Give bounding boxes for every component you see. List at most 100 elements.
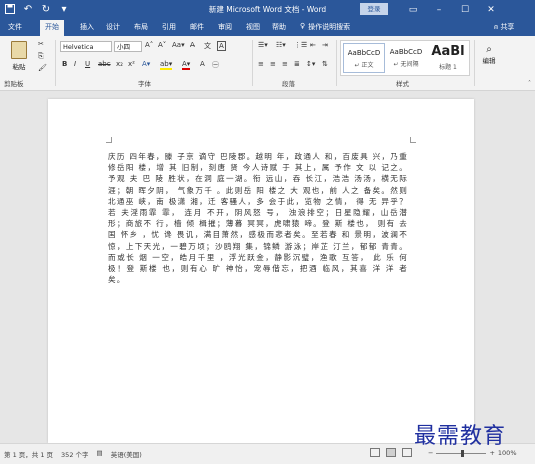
cut-icon[interactable]: ✂: [38, 40, 44, 48]
style-name: 标题 1: [439, 64, 457, 71]
share-button[interactable]: ⍝ 共享: [494, 22, 514, 32]
paste-label: 粘贴: [12, 63, 26, 71]
format-painter-icon[interactable]: 🖌: [38, 64, 47, 72]
align-center-icon[interactable]: ≡: [270, 60, 276, 68]
editing-label: 编辑: [482, 57, 496, 65]
style-preview: AaBbCcD: [347, 49, 381, 57]
divider: [55, 40, 56, 86]
tab-insert[interactable]: 插入: [80, 22, 94, 32]
char-border-icon[interactable]: A: [217, 41, 226, 51]
window-controls: ▭ – ☐ ✕: [400, 1, 504, 18]
enclose-char-icon[interactable]: ㊀: [212, 60, 219, 70]
minimize-icon[interactable]: –: [426, 1, 452, 18]
clear-formatting-icon[interactable]: A̶: [190, 41, 195, 49]
zoom-out-icon[interactable]: −: [428, 449, 433, 457]
proofing-icon[interactable]: ▤: [97, 449, 103, 459]
tab-review[interactable]: 审阅: [218, 22, 232, 32]
decrease-indent-icon[interactable]: ⇤: [310, 41, 316, 49]
language-indicator[interactable]: 英语(美国): [111, 449, 142, 459]
style-heading-1[interactable]: AaBl 标题 1: [427, 43, 469, 73]
tab-help[interactable]: 帮助: [272, 22, 286, 32]
ribbon-display-options-icon[interactable]: ▭: [400, 1, 426, 18]
sort-icon[interactable]: ⇅: [322, 60, 328, 68]
zoom-control: − + 100%: [428, 449, 517, 457]
close-icon[interactable]: ✕: [478, 1, 504, 18]
subscript-icon[interactable]: x₂: [116, 60, 123, 68]
margin-marker: [106, 137, 112, 143]
share-label: 共享: [500, 23, 515, 31]
copy-icon[interactable]: ⎘: [38, 52, 44, 61]
login-button[interactable]: 登录: [360, 3, 388, 15]
align-right-icon[interactable]: ≡: [282, 60, 288, 68]
underline-icon[interactable]: U: [85, 60, 90, 68]
grow-font-icon[interactable]: A˄: [145, 41, 153, 49]
page-count[interactable]: 第 1 页，共 1 页: [4, 449, 53, 459]
paste-button[interactable]: 粘贴: [8, 41, 30, 71]
text-effects-icon[interactable]: A▾: [142, 60, 150, 68]
ribbon-tabs: 文件 开始 插入 设计 布局 引用 邮件 审阅 视图 帮助 ♀ 操作说明搜索 ⍝…: [0, 19, 535, 36]
document-page[interactable]: 庆历 四年春，滕 子京 谪守 巴陵郡。越明 年，政通人 和，百废具 兴，乃重修岳…: [48, 99, 474, 443]
document-body-text[interactable]: 庆历 四年春，滕 子京 谪守 巴陵郡。越明 年，政通人 和，百废具 兴，乃重修岳…: [108, 151, 408, 285]
search-icon: ⌕: [486, 44, 492, 55]
tab-mailings[interactable]: 邮件: [190, 22, 204, 32]
divider: [252, 40, 253, 86]
zoom-slider-thumb[interactable]: [461, 449, 465, 457]
style-no-spacing[interactable]: AaBbCcD ↵ 无间隔: [385, 43, 427, 73]
ribbon: 粘贴 ✂ ⎘ 🖌 剪贴板 Helvetica 小四 A˄ A˅ Aa▾ A̶ 文…: [0, 36, 535, 91]
zoom-in-icon[interactable]: +: [489, 449, 494, 457]
align-left-icon[interactable]: ≡: [258, 60, 264, 68]
lightbulb-icon: ♀: [300, 22, 306, 30]
increase-indent-icon[interactable]: ⇥: [322, 41, 328, 49]
clipboard-icon: [11, 41, 27, 59]
multilevel-list-icon[interactable]: ⋮☰: [294, 41, 307, 49]
editing-button[interactable]: ⌕ 编辑: [478, 44, 500, 65]
group-label-clipboard: 剪贴板: [4, 80, 24, 88]
margin-marker: [410, 137, 416, 143]
tell-me-label: 操作说明搜索: [308, 23, 351, 31]
font-name-select[interactable]: Helvetica: [60, 41, 112, 52]
person-icon: ⍝: [494, 23, 499, 31]
print-layout-icon[interactable]: [386, 448, 396, 457]
font-size-select[interactable]: 小四: [114, 41, 142, 52]
tab-view[interactable]: 视图: [246, 22, 260, 32]
watermark-logo: 最需教育: [414, 424, 507, 449]
tell-me-search[interactable]: ♀ 操作说明搜索: [300, 22, 350, 32]
style-preview: AaBbCcD: [389, 48, 423, 56]
title-bar: ↶ ↻ ▾ 新建 Microsoft Word 文档 - Word 登录 ▭ –…: [0, 0, 535, 19]
document-area: 庆历 四年春，滕 子京 谪守 巴陵郡。越明 年，政通人 和，百废具 兴，乃重修岳…: [0, 91, 535, 443]
phonetic-guide-icon[interactable]: 文: [204, 41, 211, 51]
divider: [336, 40, 337, 86]
tab-home[interactable]: 开始: [40, 20, 64, 36]
read-mode-icon[interactable]: [370, 448, 380, 457]
zoom-level[interactable]: 100%: [498, 449, 517, 457]
change-case-icon[interactable]: Aa▾: [172, 41, 185, 49]
view-buttons: [370, 448, 412, 457]
divider: [474, 40, 475, 86]
strikethrough-icon[interactable]: abc: [98, 60, 111, 68]
style-name: ↵ 无间隔: [393, 61, 419, 68]
shrink-font-icon[interactable]: A˅: [158, 41, 166, 49]
tab-references[interactable]: 引用: [162, 22, 176, 32]
bullets-icon[interactable]: ☰▾: [258, 41, 268, 49]
zoom-slider[interactable]: [436, 449, 487, 457]
tab-layout[interactable]: 布局: [134, 22, 148, 32]
collapse-ribbon-icon[interactable]: ˄: [528, 80, 531, 87]
numbering-icon[interactable]: ☷▾: [276, 41, 286, 49]
line-spacing-icon[interactable]: ↕▾: [306, 60, 315, 68]
tab-file[interactable]: 文件: [8, 22, 22, 32]
web-layout-icon[interactable]: [402, 448, 412, 457]
group-label-font: 字体: [138, 80, 151, 88]
style-normal[interactable]: AaBbCcD ↵ 正文: [343, 43, 385, 73]
bold-icon[interactable]: B: [62, 60, 67, 68]
char-shading-icon[interactable]: A: [200, 60, 205, 68]
italic-icon[interactable]: I: [74, 60, 76, 68]
highlight-icon[interactable]: ab▾: [160, 60, 173, 70]
group-label-styles: 样式: [396, 80, 409, 88]
word-count[interactable]: 352 个字: [61, 449, 88, 459]
maximize-icon[interactable]: ☐: [452, 1, 478, 18]
justify-icon[interactable]: ≣: [294, 60, 300, 68]
style-name: ↵ 正文: [354, 62, 374, 69]
tab-design[interactable]: 设计: [106, 22, 120, 32]
superscript-icon[interactable]: x²: [128, 60, 135, 68]
font-color-icon[interactable]: A▾: [182, 60, 191, 70]
